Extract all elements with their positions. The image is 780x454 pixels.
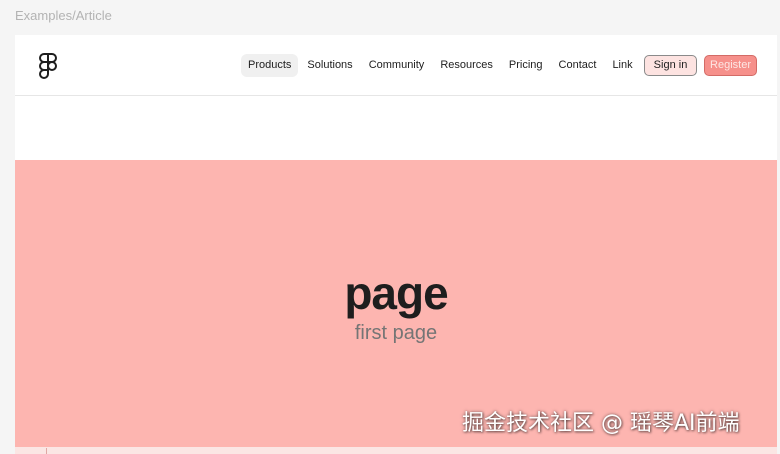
register-button[interactable]: Register xyxy=(704,55,757,76)
figma-logo-icon[interactable] xyxy=(39,53,57,79)
frame-label: Examples/Article xyxy=(15,8,112,23)
divider-tick xyxy=(46,448,47,454)
hero-section: page first page xyxy=(15,160,777,447)
hero-subtitle: first page xyxy=(354,322,438,344)
nav-item-pricing[interactable]: Pricing xyxy=(502,54,550,77)
nav-item-solutions[interactable]: Solutions xyxy=(300,54,359,77)
primary-nav: Products Solutions Community Resources P… xyxy=(241,54,642,77)
nav-item-contact[interactable]: Contact xyxy=(552,54,604,77)
next-section-edge xyxy=(15,447,777,454)
watermark-text: 掘金技术社区 @ 瑶琴AI前端 xyxy=(462,411,740,436)
nav-item-products[interactable]: Products xyxy=(241,54,299,77)
hero-title: page xyxy=(344,267,448,319)
nav-item-community[interactable]: Community xyxy=(362,54,432,77)
nav-item-resources[interactable]: Resources xyxy=(433,54,500,77)
article-frame: Products Solutions Community Resources P… xyxy=(15,35,777,454)
nav-item-link[interactable]: Link xyxy=(605,54,639,77)
navbar: Products Solutions Community Resources P… xyxy=(15,35,777,96)
sign-in-button[interactable]: Sign in xyxy=(644,55,697,76)
